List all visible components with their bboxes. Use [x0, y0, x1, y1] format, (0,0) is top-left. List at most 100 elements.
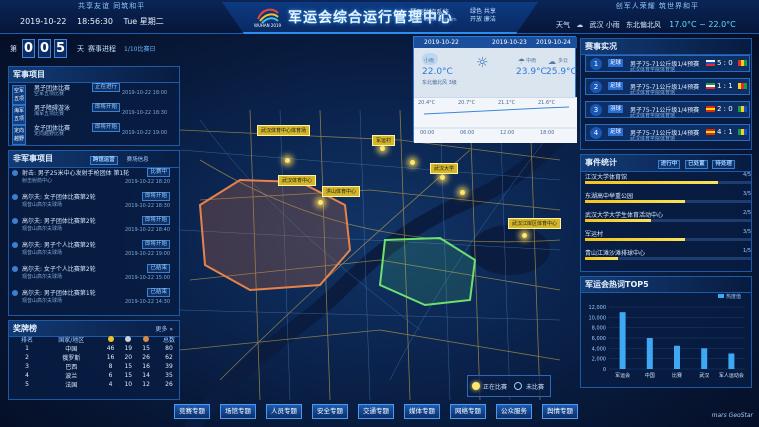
venue-name: 军运村	[585, 231, 604, 238]
nav-button[interactable]: 安全专题	[312, 404, 348, 419]
stat-row[interactable]: 武汉大学大学生体育活动中心 2/5	[585, 210, 751, 224]
nav-button[interactable]: 场馆专题	[220, 404, 256, 419]
more-link[interactable]: 更多 »	[155, 324, 173, 333]
medal-row[interactable]: 3 巴西 8 15 16 39	[13, 362, 183, 371]
d2-label: 中雨	[526, 58, 537, 64]
bar[interactable]	[646, 338, 653, 369]
map-label[interactable]: 武汉大学	[430, 163, 459, 174]
panel-title: 赛事实况	[581, 39, 751, 55]
match-score: 2 : 0	[717, 105, 733, 113]
map-label[interactable]: 军运村	[372, 135, 396, 146]
stat-value: 1/5	[742, 248, 751, 254]
nav-button[interactable]: 人员专题	[266, 404, 302, 419]
medal-row[interactable]: 1 中国 46 19 15 80	[13, 344, 183, 353]
hour-label: 00:00	[420, 130, 435, 136]
tab-cross-venue[interactable]: 跨馆运营	[89, 156, 118, 165]
col-total: 总数	[162, 337, 175, 344]
medal-row[interactable]: 2 俄罗斯 16 20 26 62	[13, 353, 183, 362]
nav-button[interactable]: 舆情专题	[542, 404, 578, 419]
map-label[interactable]: 武汉江岸区体育中心	[508, 218, 562, 229]
stat-row[interactable]: 江汉大学体育馆 4/5	[585, 172, 751, 186]
event-row[interactable]: 高尔夫: 男子团体比赛第1轮 已结束 观音山高尔夫球场 2019-10-22 14:3…	[12, 288, 176, 310]
bar[interactable]	[674, 345, 680, 369]
forecast-date: 2019-10-23	[492, 39, 527, 46]
tab-pending[interactable]: 待处理	[712, 160, 735, 169]
total-cell: 62	[165, 354, 173, 361]
venue-marker[interactable]	[380, 146, 385, 151]
bar[interactable]	[728, 353, 735, 370]
tab-venue-info[interactable]: 赛场信息	[127, 157, 149, 163]
event-row[interactable]: 高尔夫: 女子个人比赛第2轮 已结束 观音山高尔夫球场 2019-10-22 15:0…	[12, 264, 176, 286]
status-badge: 正在进行	[92, 83, 121, 92]
panel-title: 非军事项目 跨馆运营 赛场信息	[9, 151, 179, 168]
map-label[interactable]: 洪山体育中心	[322, 186, 361, 197]
motto-line2: 开放 廉洁	[470, 16, 496, 23]
flag-icon	[706, 60, 715, 66]
datetime: 2019-10-22 18:56:30 Tue 星期二	[20, 16, 172, 27]
nav-button[interactable]: 竞赛专题	[174, 404, 210, 419]
venue-marker[interactable]	[522, 233, 527, 238]
tab-handled[interactable]: 已处置	[685, 160, 708, 169]
y-tick-label: 6,000	[592, 336, 606, 342]
flag-icon	[706, 129, 715, 135]
col-silver	[119, 335, 137, 344]
event-row[interactable]: 空军五项 男子团体比赛 正在进行 空军五项比赛 2019-10-22 18:00	[12, 83, 176, 105]
event-row[interactable]: 高尔夫: 男子个人比赛第2轮 即将开始 观音山高尔夫球场 2019-10-22 19:…	[12, 240, 176, 262]
stat-row[interactable]: 东湖高中举重公园 3/5	[585, 191, 751, 205]
medal-row[interactable]: 5 法国 4 10 12 26	[13, 380, 183, 389]
hour-label: 18:00	[540, 130, 555, 136]
today-wind: 东北偏北风 3级	[422, 79, 457, 86]
nav-button[interactable]: 公众服务	[496, 404, 532, 419]
stat-row[interactable]: 军运村 3/5	[585, 229, 751, 243]
bronze-cell: 26	[142, 354, 150, 361]
gold-cell: 46	[106, 345, 115, 352]
map-label[interactable]: 武汉体育中心体育场	[257, 125, 311, 136]
y-tick-label: 10,000	[589, 315, 607, 321]
tab-in-progress[interactable]: 进行中	[657, 160, 681, 169]
venue-marker[interactable]	[285, 158, 290, 163]
venue-marker[interactable]	[440, 175, 445, 180]
result-row[interactable]: 2 足球 男子75-71公斤级1/4预赛 武汉体育学院体育馆 1 : 1	[585, 78, 750, 96]
silver-cell: 20	[124, 354, 133, 361]
event-name: 射击: 男子25米中心发射手枪团体 第1轮	[22, 170, 130, 177]
status-badge: 已结束	[147, 264, 170, 273]
weather-wind: 东北偏北风	[625, 21, 661, 29]
rank-cell: 3	[25, 363, 29, 370]
y-tick-label: 4,000	[592, 346, 606, 352]
weather-summary: 天气 ☁ 武汉 小雨 东北偏北风 17.0°C ~ 22.0°C	[556, 20, 736, 30]
result-row[interactable]: 1 足球 男子75-71公斤级1/4预赛 武汉体育学院体育馆 5 : 0	[585, 55, 750, 73]
result-row[interactable]: 4 足球 男子75-71公斤级1/4预赛 武汉体育学院体育馆 4 : 1	[585, 124, 750, 142]
nav-button[interactable]: 媒体专题	[404, 404, 440, 419]
col-rank: 排名	[20, 337, 33, 344]
venue-marker[interactable]	[318, 200, 323, 205]
result-row[interactable]: 3 羽球 男子75-71公斤级1/4预赛 武汉体育学院体育馆 2 : 0	[585, 101, 750, 119]
venue-marker[interactable]	[410, 160, 415, 165]
map-legend: 正在比赛 未比赛	[467, 375, 551, 397]
weather-forecast-card: 2019-10-22 2019-10-23 2019-10-24 小雨 22.0…	[413, 36, 577, 143]
total-cell: 80	[165, 345, 173, 352]
event-row[interactable]: 高尔夫: 男子团体比赛第2轮 即将开始 观音山高尔夫球场 2019-10-22 18:…	[12, 216, 176, 238]
nav-button[interactable]: 交通专题	[358, 404, 394, 419]
map-label[interactable]: 武汉体育中心	[278, 175, 317, 186]
progress-bar	[585, 219, 751, 222]
country-cell: 法国	[65, 382, 78, 389]
event-name: 高尔夫: 女子个人比赛第2轮	[22, 266, 96, 273]
bar[interactable]	[701, 348, 708, 369]
stat-row[interactable]: 青山江滩沙滩排球中心 1/5	[585, 248, 751, 262]
event-row[interactable]: 射击: 男子25米中心发射手枪团体 第1轮 比赛中 射击射箭中心 2019-10-22…	[12, 168, 176, 190]
col-gold	[102, 335, 120, 344]
today-wind-dir: 东北偏北风	[422, 80, 448, 86]
bar[interactable]	[619, 312, 626, 369]
bullet-icon	[12, 218, 18, 224]
status-badge: 即将开始	[92, 103, 121, 112]
medal-row[interactable]: 4 波兰 6 15 14 35	[13, 371, 183, 380]
event-row[interactable]: 高尔夫: 女子团体比赛第2轮 即将开始 观音山高尔夫球场 2019-10-22 18:…	[12, 192, 176, 214]
event-row[interactable]: 定向越野 女子团体比赛 即将开始 定向越野比赛 2019-10-22 19:00	[12, 123, 176, 145]
venue-marker[interactable]	[460, 190, 465, 195]
legend-active: 正在比赛	[483, 384, 508, 391]
nav-button[interactable]: 网络专题	[450, 404, 486, 419]
x-tick-label: 军人运动会	[719, 372, 744, 379]
event-row[interactable]: 海军五项 男子障碍游泳 即将开始 海军五项比赛 2019-10-22 18:30	[12, 103, 176, 125]
event-name: 高尔夫: 男子团体比赛第1轮	[22, 290, 96, 297]
y-tick-label: 8,000	[592, 326, 606, 332]
